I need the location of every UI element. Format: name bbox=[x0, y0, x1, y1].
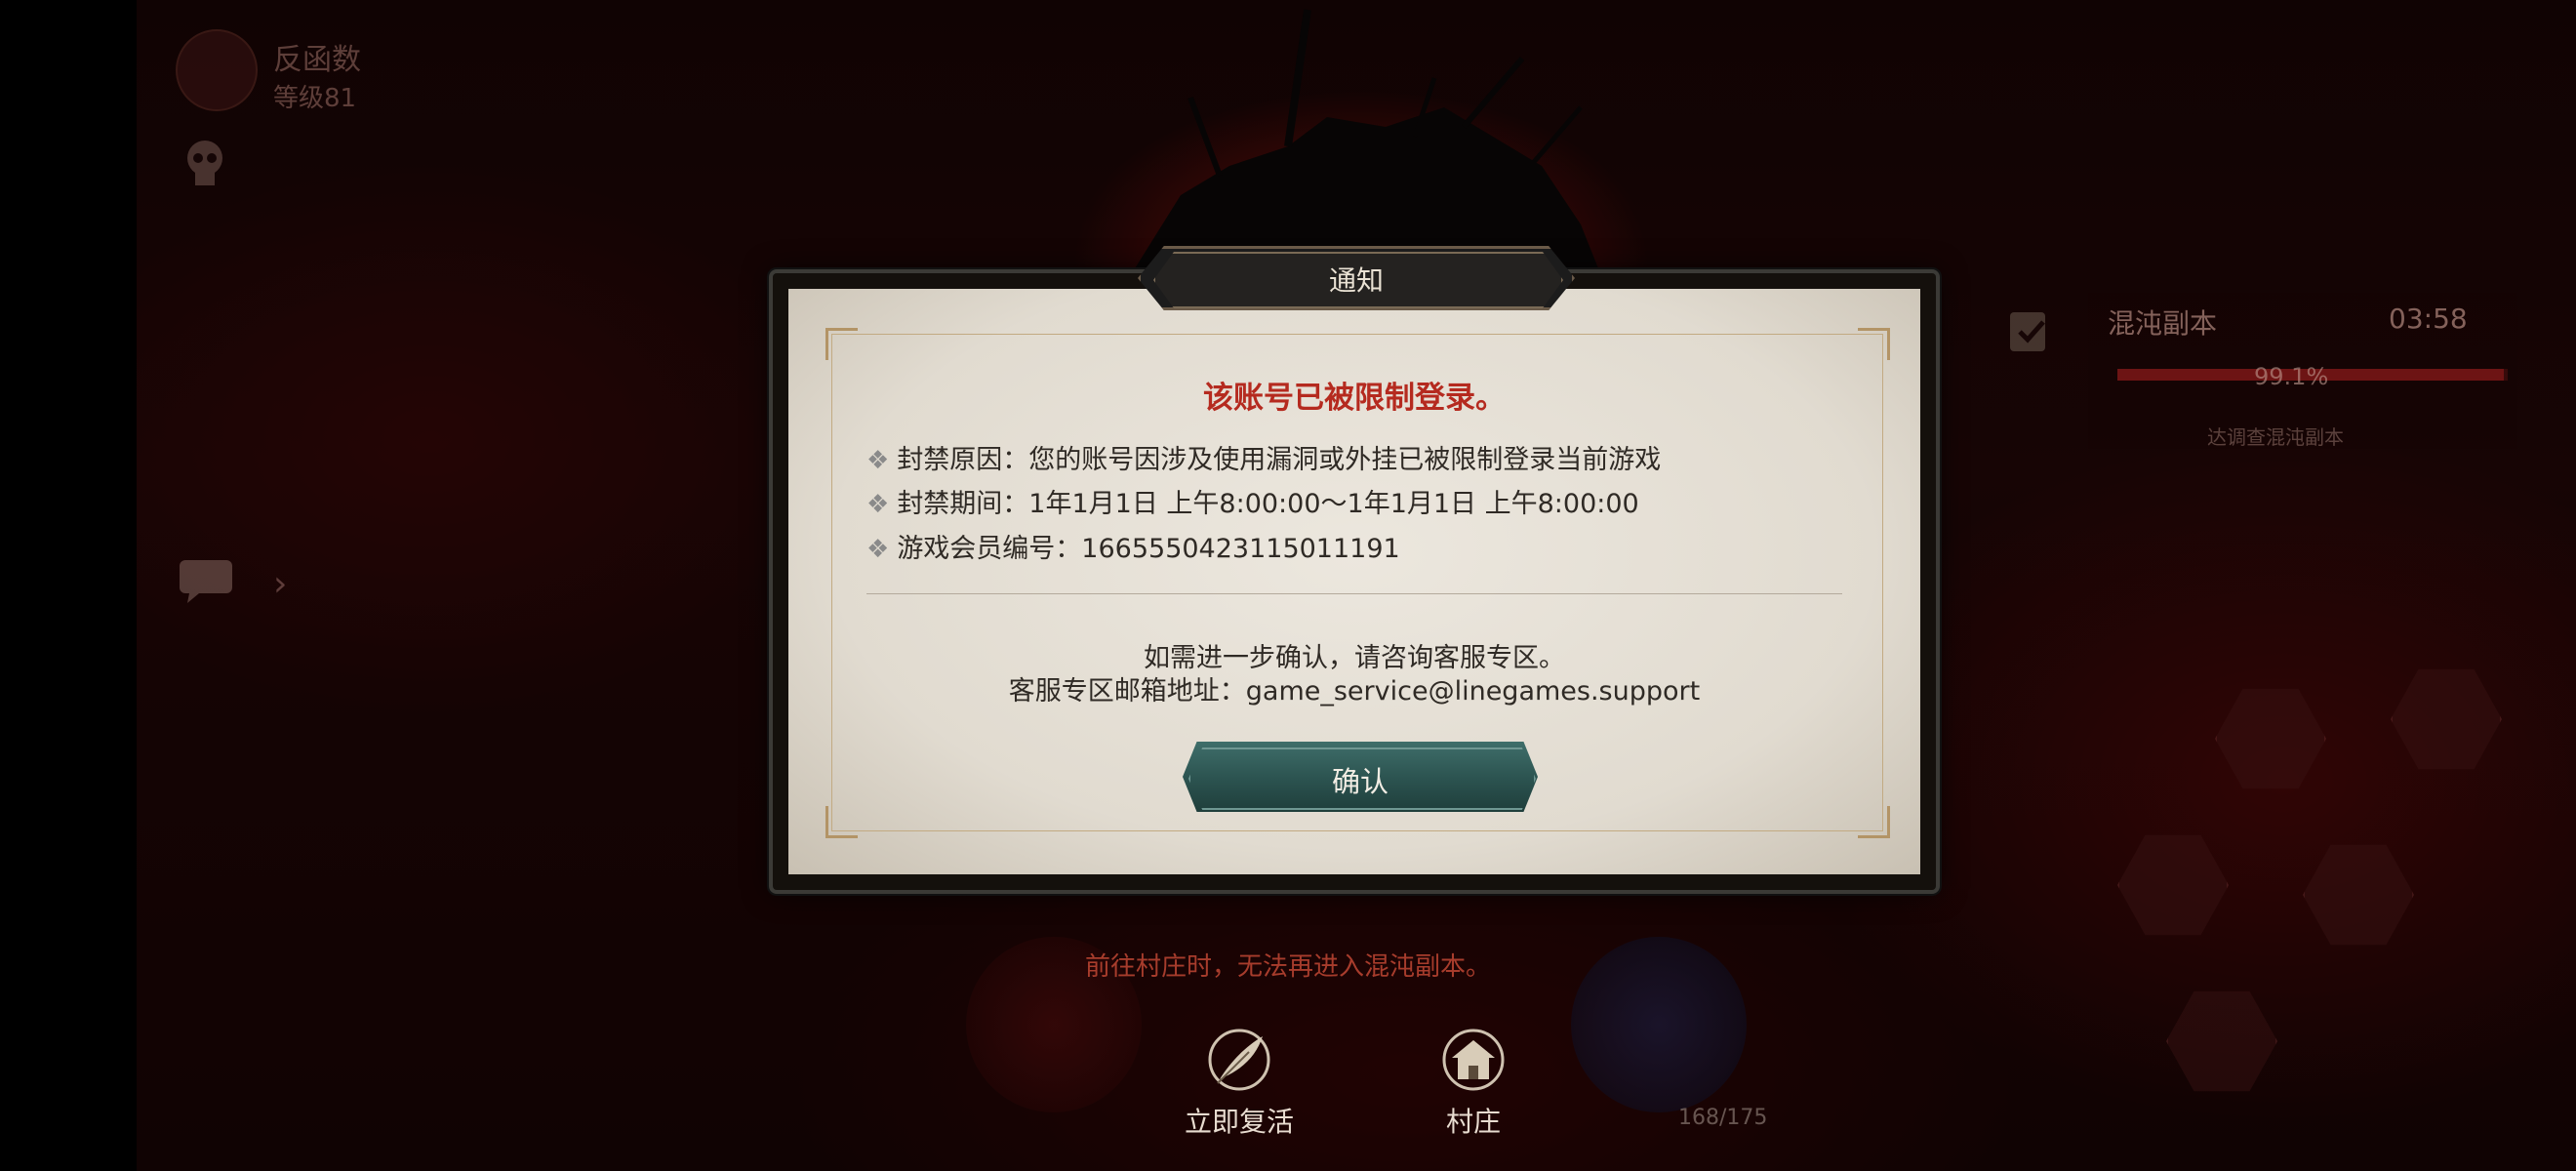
skull-icon[interactable] bbox=[181, 137, 229, 189]
bullet-icon: ❖ bbox=[866, 535, 890, 564]
dialog-title: 通知 bbox=[1328, 264, 1384, 297]
frame-corner bbox=[1858, 328, 1890, 360]
member-id-text: 游戏会员编号：1665550423115011191 bbox=[897, 534, 1400, 564]
inventory-count: 168/175 bbox=[1678, 1106, 1768, 1130]
quest-scroll-icon[interactable] bbox=[2000, 301, 2059, 359]
confirm-button[interactable] bbox=[1183, 742, 1538, 812]
ban-reason-line: ❖ 封禁原因：您的账号因涉及使用漏洞或外挂已被限制登录当前游戏 bbox=[866, 438, 1661, 476]
contact-email: 客服专区邮箱地址：game_service@linegames.support bbox=[1008, 676, 1701, 707]
player-avatar[interactable] bbox=[176, 29, 258, 111]
village-icon bbox=[1442, 1029, 1505, 1091]
dungeon-timer: 03:58 bbox=[2389, 303, 2468, 335]
frame-corner bbox=[1858, 806, 1890, 838]
village-warning-text: 前往村庄时，无法再进入混沌副本。 bbox=[1084, 952, 1491, 982]
player-name: 反函数 bbox=[273, 43, 361, 77]
dungeon-title: 混沌副本 bbox=[2108, 307, 2218, 340]
bullet-icon: ❖ bbox=[866, 490, 890, 519]
frame-corner bbox=[825, 328, 858, 360]
ban-period-line: ❖ 封禁期间：1年1月1日 上午8:00:00～1年1月1日 上午8:00:00 bbox=[866, 482, 1639, 520]
frame-corner bbox=[825, 806, 858, 838]
village-label: 村庄 bbox=[1445, 1106, 1501, 1138]
left-black-bar bbox=[0, 0, 137, 1171]
ban-reason-text: 封禁原因：您的账号因涉及使用漏洞或外挂已被限制登录当前游戏 bbox=[897, 445, 1662, 475]
ban-period-text: 封禁期间：1年1月1日 上午8:00:00～1年1月1日 上午8:00:00 bbox=[897, 489, 1639, 519]
member-id-line: ❖ 游戏会员编号：1665550423115011191 bbox=[866, 527, 1400, 565]
ban-heading: 该账号已被限制登录。 bbox=[1203, 381, 1506, 416]
dungeon-hint: 达调查混沌副本 bbox=[2207, 425, 2344, 449]
player-level: 等级81 bbox=[273, 84, 357, 113]
dungeon-progress-text: 99.1% bbox=[2254, 363, 2329, 390]
chat-icon[interactable] bbox=[176, 556, 236, 605]
village-button[interactable]: 村庄 bbox=[1395, 1025, 1551, 1140]
chevron-right-icon[interactable]: › bbox=[273, 564, 287, 604]
feather-icon bbox=[1208, 1029, 1270, 1091]
game-screen: 反函数 等级81 › 混沌副本 03:58 99.1% 达调查混沌副本 前往村庄… bbox=[0, 0, 2576, 1171]
dialog-divider bbox=[866, 593, 1842, 594]
bullet-icon: ❖ bbox=[866, 446, 890, 475]
revive-label: 立即复活 bbox=[1184, 1106, 1294, 1138]
revive-button[interactable]: 立即复活 bbox=[1161, 1025, 1317, 1140]
